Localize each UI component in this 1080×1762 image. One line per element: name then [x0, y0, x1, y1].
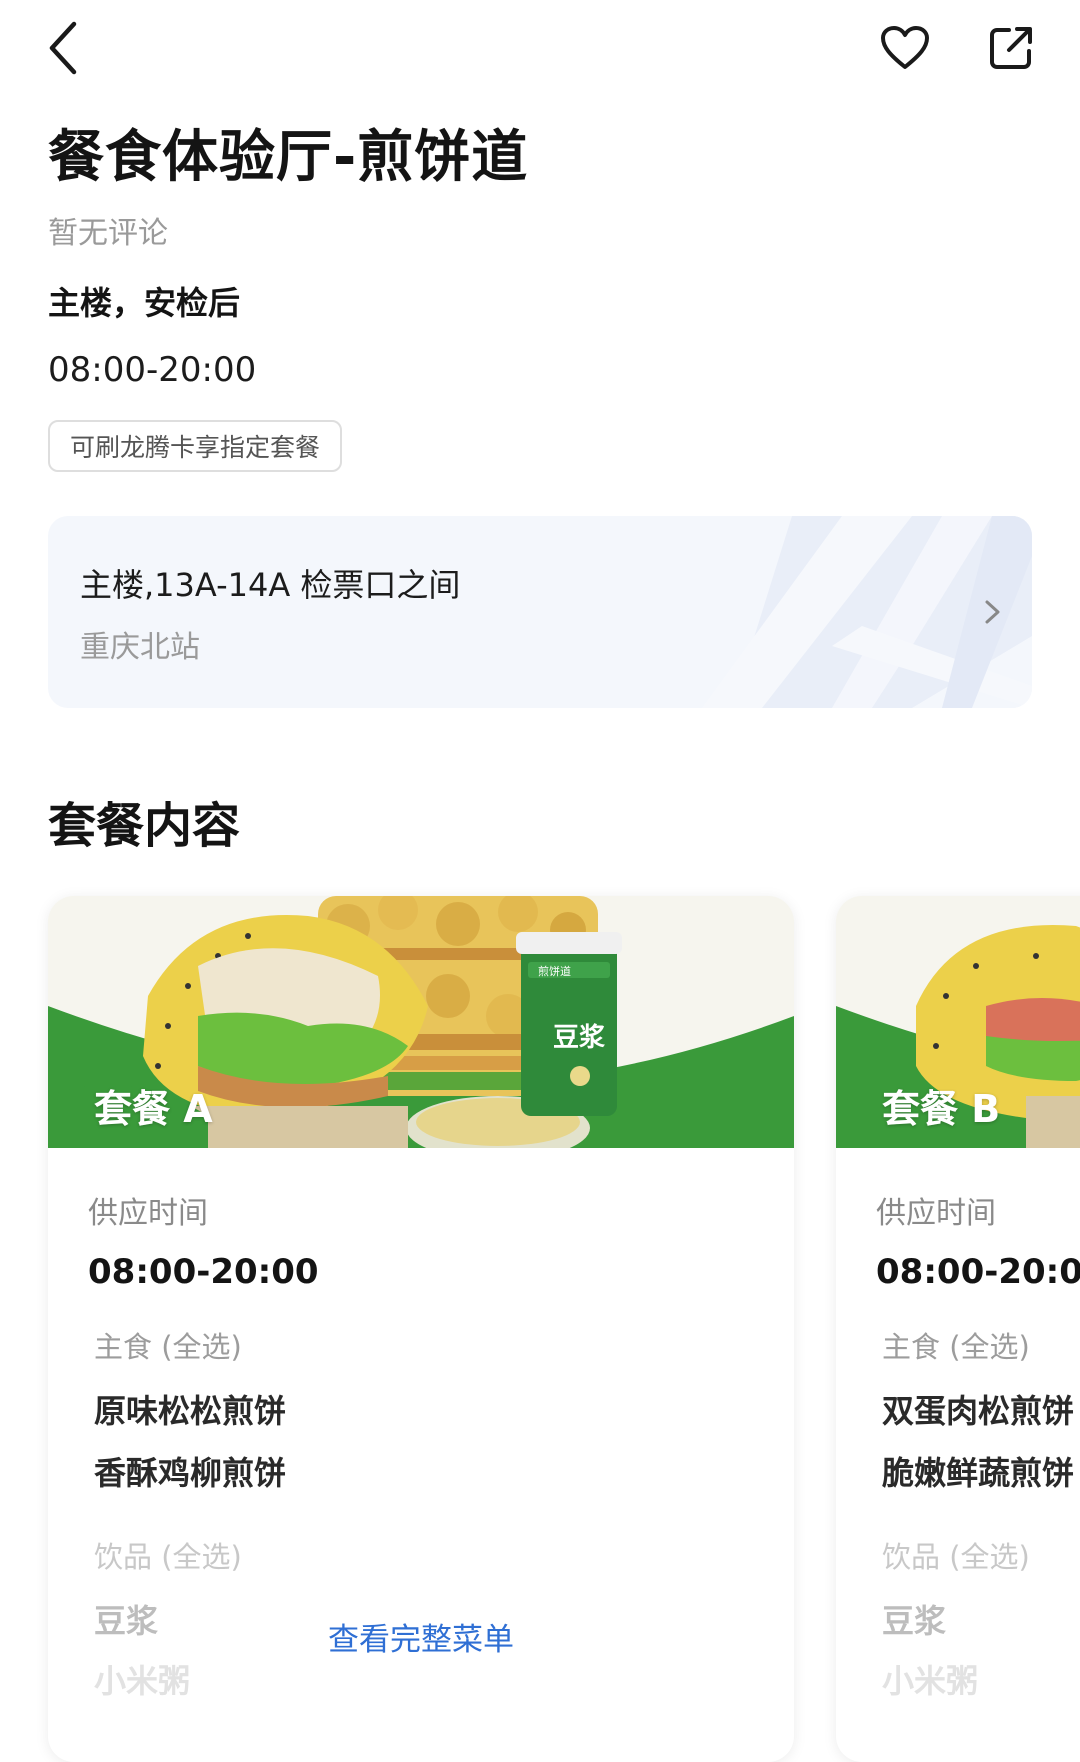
main-food-item: 脆嫩鲜蔬煎饼 — [882, 1454, 1075, 1492]
supply-time-value: 08:00-20:00 — [876, 1252, 1080, 1292]
page: 餐食体验厅-煎饼道 暂无评论 主楼，安检后 08:00-20:00 可刷龙腾卡享… — [0, 0, 1080, 1762]
drink-item: 小米粥 — [882, 1662, 979, 1700]
location-text: 主楼，安检后 — [48, 284, 241, 322]
section-title-combos: 套餐内容 — [48, 798, 241, 854]
map-place-text: 主楼,13A-14A 检票口之间 — [80, 566, 461, 604]
drink-item: 豆浆 — [882, 1602, 947, 1640]
card-benefit-tag: 可刷龙腾卡享指定套餐 — [48, 420, 343, 472]
supply-time-value: 08:00-20:00 — [88, 1252, 319, 1292]
supply-time-label: 供应时间 — [88, 1196, 208, 1231]
combo-card-a[interactable]: 煎饼道 豆浆 套餐 A 供应时间 08:00-20:00 主食 (全选) 原味松… — [48, 896, 794, 1762]
combo-name-a: 套餐 A — [94, 1087, 213, 1131]
combo-image-b: 套餐 B — [836, 896, 1080, 1148]
drink-label: 饮品 (全选) — [882, 1540, 1030, 1574]
drink-label: 饮品 (全选) — [94, 1540, 242, 1574]
heart-icon — [881, 26, 929, 69]
cup-brand-text: 煎饼道 — [538, 964, 571, 978]
chevron-right-icon — [985, 600, 1000, 624]
back-button[interactable] — [34, 16, 94, 80]
combo-card-b[interactable]: 套餐 B 供应时间 08:00-20:00 主食 (全选) 双蛋肉松煎饼 脆嫩鲜… — [836, 896, 1080, 1762]
share-button[interactable] — [978, 16, 1044, 80]
view-full-menu-link[interactable]: 查看完整菜单 — [48, 1614, 794, 1659]
drink-item: 小米粥 — [94, 1662, 191, 1700]
cup-label-text: 豆浆 — [553, 1022, 606, 1053]
chevron-left-icon — [49, 21, 77, 75]
supply-time-label: 供应时间 — [876, 1196, 996, 1231]
share-icon — [990, 27, 1032, 69]
main-food-item: 双蛋肉松煎饼 — [882, 1392, 1075, 1430]
location-map-card[interactable]: 主楼,13A-14A 检票口之间 重庆北站 — [48, 516, 1032, 708]
main-food-label: 主食 (全选) — [94, 1330, 242, 1364]
favorite-button[interactable] — [872, 16, 938, 80]
opening-hours: 08:00-20:00 — [48, 350, 257, 390]
main-food-item: 香酥鸡柳煎饼 — [94, 1454, 287, 1492]
card-fade-overlay — [48, 1708, 794, 1762]
reviews-text[interactable]: 暂无评论 — [48, 208, 168, 252]
page-title: 餐食体验厅-煎饼道 — [48, 125, 529, 190]
map-background — [612, 516, 1032, 708]
combo-name-b: 套餐 B — [882, 1087, 1001, 1131]
main-food-item: 原味松松煎饼 — [94, 1392, 287, 1430]
top-bar — [0, 0, 1080, 100]
main-food-label: 主食 (全选) — [882, 1330, 1030, 1364]
map-station-text: 重庆北站 — [80, 630, 200, 665]
combo-image-a: 煎饼道 豆浆 套餐 A — [48, 896, 794, 1148]
